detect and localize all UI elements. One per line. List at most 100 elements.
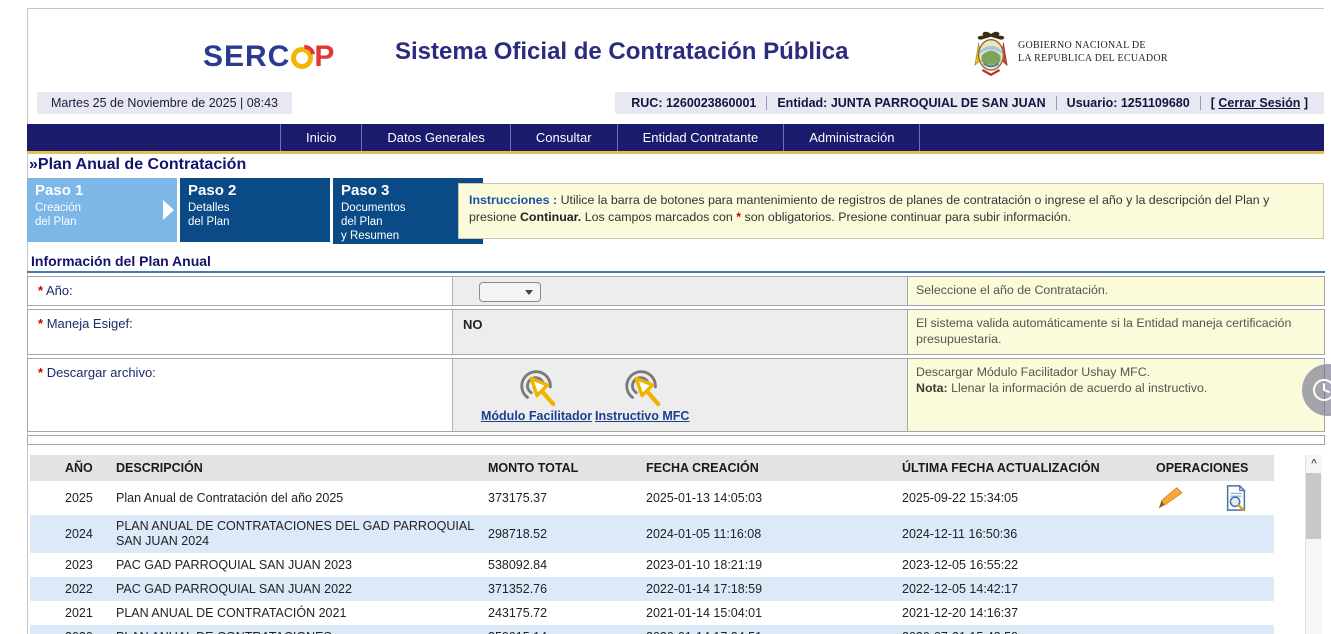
nav-item-datos-generales[interactable]: Datos Generales (362, 124, 511, 151)
cell-monto: 298718.52 (488, 527, 646, 541)
click-download-icon (514, 365, 560, 407)
step-line: Creación (35, 201, 177, 215)
user-info: Usuario: 1251109680 (1056, 96, 1200, 110)
nav-item-consultar[interactable]: Consultar (511, 124, 618, 151)
step-arrow-icon (163, 200, 174, 220)
form-row-esigef: * Maneja Esigef: NO El sistema valida au… (27, 309, 1325, 355)
table-row: 2021 PLAN ANUAL DE CONTRATACIÓN 2021 243… (30, 601, 1274, 625)
entity-info: Entidad: JUNTA PARROQUIAL DE SAN JUAN (766, 96, 1055, 110)
esigef-value: NO (453, 310, 907, 332)
ruc-label: RUC: (631, 96, 662, 110)
cell-desc: PLAN ANUAL DE CONTRATACIONES (116, 630, 488, 634)
form-row-empty (27, 435, 1325, 445)
note-text: Llenar la información de acuerdo al inst… (951, 381, 1207, 395)
step-2-detalles[interactable]: Paso 2 Detalles del Plan (180, 178, 330, 242)
cell-monto: 350015.14 (488, 630, 646, 634)
col-header-descripcion: DESCRIPCIÓN (116, 461, 488, 476)
cell-actualizacion: 2021-12-20 14:16:37 (902, 606, 1148, 620)
note-label: Nota: (916, 381, 948, 395)
instructions-bold: Continuar. (520, 210, 581, 224)
year-select[interactable] (479, 282, 541, 302)
col-header-ultima-fecha: ÚLTIMA FECHA ACTUALIZACIÓN (902, 461, 1148, 475)
table-header-row: AÑO DESCRIPCIÓN MONTO TOTAL FECHA CREACI… (30, 455, 1274, 481)
step-title: Paso 2 (188, 182, 330, 199)
cell-monto: 243175.72 (488, 606, 646, 620)
table-row: 2022 PAC GAD PARROQUIAL SAN JUAN 2022 37… (30, 577, 1274, 601)
cell-creacion: 2025-01-13 14:05:03 (646, 491, 902, 505)
cell-creacion: 2022-01-14 17:18:59 (646, 582, 902, 596)
nav-item-entidad-contratante[interactable]: Entidad Contratante (618, 124, 785, 151)
cell-actualizacion: 2023-12-05 16:55:22 (902, 558, 1148, 572)
modulo-facilitador-download[interactable]: Módulo Facilitador (481, 365, 592, 425)
page-title: »Plan Anual de Contratación (29, 156, 246, 174)
cell-actualizacion: 2020-07-21 15:48:59 (902, 630, 1148, 634)
form-row-year: * Año: Seleccione el año de Contratación… (27, 276, 1325, 306)
page-container: SERCP Sistema Oficial de Contratación Pú… (0, 0, 1331, 634)
ruc-value: 1260023860001 (666, 96, 756, 110)
cell-creacion: 2021-01-14 15:04:01 (646, 606, 902, 620)
cell-year: 2020 (30, 630, 116, 634)
logout-bracket-close: ] (1304, 96, 1308, 110)
instructivo-mfc-link[interactable]: Instructivo MFC (595, 409, 689, 423)
gov-line1: GOBIERNO NACIONAL DE (1018, 39, 1168, 52)
cell-operaciones (1148, 485, 1274, 511)
esigef-value-cell: NO (452, 310, 907, 354)
user-value: 1251109680 (1121, 96, 1190, 110)
datetime-badge: Martes 25 de Noviembre de 2025 | 08:43 (37, 92, 292, 114)
table-row: 2020 PLAN ANUAL DE CONTRATACIONES 350015… (30, 625, 1274, 634)
year-help-text: Seleccione el año de Contratación. (907, 277, 1324, 305)
modulo-facilitador-link[interactable]: Módulo Facilitador (481, 409, 592, 423)
nav-item-inicio[interactable]: Inicio (280, 124, 362, 151)
clock-icon (1311, 377, 1331, 403)
scrollbar-thumb[interactable] (1306, 473, 1321, 539)
nav-underline (27, 151, 1324, 154)
instructivo-mfc-download[interactable]: Instructivo MFC (595, 365, 689, 425)
esigef-label: * Maneja Esigef: (28, 310, 452, 354)
required-asterisk: * (38, 283, 43, 298)
view-document-button[interactable] (1224, 485, 1248, 511)
sercop-logo[interactable]: SERCP (203, 40, 335, 74)
plans-table: AÑO DESCRIPCIÓN MONTO TOTAL FECHA CREACI… (30, 455, 1274, 634)
cell-actualizacion: 2022-12-05 14:42:17 (902, 582, 1148, 596)
download-help-line1: Descargar Módulo Facilitador Ushay MFC. (916, 364, 1316, 380)
cell-year: 2022 (30, 582, 116, 596)
required-asterisk: * (38, 316, 43, 331)
wizard-steps: Paso 1 Creación del Plan Paso 2 Detalles… (27, 178, 483, 244)
cell-desc: PAC GAD PARROQUIAL SAN JUAN 2023 (116, 558, 488, 573)
download-help-text: Descargar Módulo Facilitador Ushay MFC. … (907, 359, 1324, 431)
app-title: Sistema Oficial de Contratación Pública (395, 38, 848, 66)
step-1-creacion[interactable]: Paso 1 Creación del Plan (27, 178, 177, 242)
section-title: Información del Plan Anual (27, 252, 1325, 273)
cell-monto: 373175.37 (488, 491, 646, 505)
cell-year: 2021 (30, 606, 116, 620)
document-search-icon (1224, 485, 1248, 511)
table-row: 2025 Plan Anual de Contratación del año … (30, 481, 1274, 515)
main-nav: Inicio Datos Generales Consultar Entidad… (27, 124, 1324, 151)
col-header-monto: MONTO TOTAL (488, 461, 646, 475)
cell-monto: 371352.76 (488, 582, 646, 596)
esigef-help-text: El sistema valida automáticamente si la … (907, 310, 1324, 354)
edit-button[interactable] (1156, 486, 1184, 510)
download-help-line2: Nota: Llenar la información de acuerdo a… (916, 380, 1316, 396)
entity-label: Entidad: (777, 96, 827, 110)
instructions-label: Instrucciones : (469, 193, 557, 207)
ruc-info: RUC: 1260023860001 (621, 96, 766, 110)
cell-creacion: 2023-01-10 18:21:19 (646, 558, 902, 572)
scroll-up-button[interactable]: ^ (1306, 455, 1322, 472)
session-bar: RUC: 1260023860001 Entidad: JUNTA PARROQ… (615, 92, 1324, 114)
logout-bracket-open: [ (1211, 96, 1215, 110)
logout-link[interactable]: Cerrar Sesión (1218, 96, 1300, 110)
user-label: Usuario: (1067, 96, 1118, 110)
cell-desc: PLAN ANUAL DE CONTRATACIONES DEL GAD PAR… (116, 519, 488, 549)
cell-desc: PLAN ANUAL DE CONTRATACIÓN 2021 (116, 606, 488, 621)
field-label: Descargar archivo: (47, 365, 156, 380)
sercop-logo-o-icon (291, 47, 313, 69)
chevron-down-icon (525, 290, 533, 295)
pencil-icon (1156, 486, 1184, 510)
field-label: Año: (46, 283, 73, 298)
cell-monto: 538092.84 (488, 558, 646, 572)
step-line: Detalles (188, 201, 330, 215)
required-asterisk: * (736, 210, 741, 224)
nav-item-administracion[interactable]: Administración (784, 124, 920, 151)
required-asterisk: * (38, 365, 43, 380)
